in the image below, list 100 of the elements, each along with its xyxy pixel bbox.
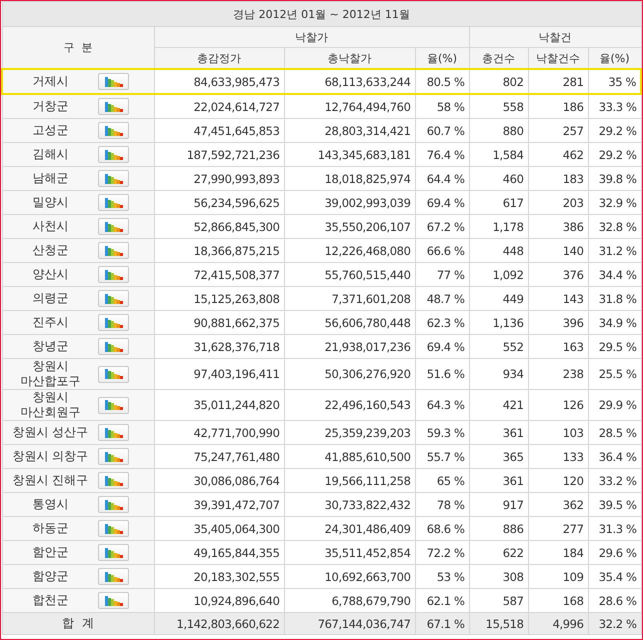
table-cell: 90,881,662,375	[154, 310, 284, 334]
column-header: 총낙찰가	[284, 48, 415, 69]
table-cell: 30,733,822,432	[284, 492, 415, 516]
chart-button[interactable]	[98, 568, 129, 585]
table-cell: 35,405,064,300	[154, 516, 284, 540]
table-cell: 18,018,825,974	[284, 166, 415, 190]
column-header: 구 분	[2, 26, 154, 69]
table-cell: 140	[528, 238, 588, 262]
chart-button[interactable]	[98, 544, 129, 561]
table-cell: 802	[469, 69, 528, 94]
table-cell: 39,391,472,707	[154, 492, 284, 516]
table-cell: 29.2 %	[588, 142, 641, 166]
region-cell: 통영시	[2, 492, 98, 516]
table-cell: 49,165,844,355	[154, 540, 284, 564]
column-group-header: 낙찰가	[154, 26, 469, 48]
table-cell: 19,566,111,258	[284, 468, 415, 492]
total-cell: 15,518	[469, 612, 528, 634]
table-cell: 69.4 %	[415, 334, 469, 358]
table-cell: 386	[528, 214, 588, 238]
table-cell: 34.4 %	[588, 262, 641, 286]
table-cell: 56,606,780,448	[284, 310, 415, 334]
table-cell: 80.5 %	[415, 69, 469, 94]
table-cell: 60.7 %	[415, 118, 469, 142]
chart-button[interactable]	[98, 98, 129, 115]
bar-chart-icon	[102, 244, 124, 256]
region-cell: 남해군	[2, 166, 98, 190]
table-cell: 62.3 %	[415, 310, 469, 334]
chart-button[interactable]	[98, 218, 129, 235]
table-cell: 886	[469, 516, 528, 540]
bar-chart-icon	[102, 340, 124, 352]
table-cell: 362	[528, 492, 588, 516]
chart-button[interactable]	[98, 592, 129, 609]
chart-button[interactable]	[98, 146, 129, 163]
table-cell: 281	[528, 69, 588, 94]
table-cell: 31.2 %	[588, 238, 641, 262]
table-cell: 29.9 %	[588, 390, 641, 420]
table-cell: 163	[528, 334, 588, 358]
bar-chart-icon	[102, 594, 124, 606]
table-cell: 56,234,596,625	[154, 190, 284, 214]
table-cell: 77 %	[415, 262, 469, 286]
chart-button[interactable]	[98, 122, 129, 139]
table-cell: 449	[469, 286, 528, 310]
table-cell: 48.7 %	[415, 286, 469, 310]
chart-button[interactable]	[98, 242, 129, 259]
chart-button[interactable]	[98, 396, 129, 414]
region-cell: 합천군	[2, 588, 98, 612]
table-cell: 35,550,206,107	[284, 214, 415, 238]
table-cell: 72,415,508,377	[154, 262, 284, 286]
table-cell: 552	[469, 334, 528, 358]
table-cell: 35 %	[588, 69, 641, 94]
table-cell: 25,359,239,203	[284, 420, 415, 444]
table-cell: 143	[528, 286, 588, 310]
chart-button[interactable]	[98, 472, 129, 489]
table-cell: 97,403,196,411	[154, 358, 284, 390]
table-cell: 33.3 %	[588, 94, 641, 118]
table-cell: 76.4 %	[415, 142, 469, 166]
chart-button[interactable]	[98, 520, 129, 537]
bar-chart-icon	[102, 522, 124, 534]
table-cell: 7,371,601,208	[284, 286, 415, 310]
table-cell: 35,011,244,820	[154, 390, 284, 420]
chart-button[interactable]	[98, 338, 129, 355]
region-cell: 창원시 성산구	[2, 420, 98, 444]
table-cell: 186	[528, 94, 588, 118]
table-cell: 308	[469, 564, 528, 588]
chart-button[interactable]	[98, 366, 129, 382]
chart-button[interactable]	[98, 314, 129, 331]
chart-button[interactable]	[98, 290, 129, 307]
chart-button[interactable]	[98, 424, 129, 441]
table-cell: 1,178	[469, 214, 528, 238]
bar-chart-icon	[102, 474, 124, 486]
table-cell: 203	[528, 190, 588, 214]
chart-button[interactable]	[98, 170, 129, 187]
table-cell: 69.4 %	[415, 190, 469, 214]
table-cell: 31.3 %	[588, 516, 641, 540]
region-cell: 양산시	[2, 262, 98, 286]
table-cell: 462	[528, 142, 588, 166]
region-cell: 함양군	[2, 564, 98, 588]
table-cell: 35.4 %	[588, 564, 641, 588]
chart-button[interactable]	[98, 266, 129, 283]
table-cell: 55,760,515,440	[284, 262, 415, 286]
table-cell: 35,511,452,854	[284, 540, 415, 564]
chart-button[interactable]	[98, 448, 129, 465]
region-cell: 창원시 마산회원구	[2, 390, 98, 420]
bar-chart-icon	[102, 498, 124, 510]
table-cell: 917	[469, 492, 528, 516]
total-cell: 1,142,803,660,622	[154, 612, 284, 634]
chart-button[interactable]	[98, 194, 129, 211]
table-cell: 68,113,633,244	[284, 69, 415, 94]
total-cell: 767,144,036,747	[284, 612, 415, 634]
bar-chart-icon	[102, 124, 124, 136]
chart-button[interactable]	[98, 496, 129, 513]
chart-button[interactable]	[98, 73, 129, 90]
table-cell: 257	[528, 118, 588, 142]
region-cell: 창원시 마산합포구	[2, 358, 98, 390]
table-cell: 109	[528, 564, 588, 588]
table-cell: 1,136	[469, 310, 528, 334]
bar-chart-icon	[102, 570, 124, 582]
table-cell: 30,086,086,764	[154, 468, 284, 492]
table-cell: 1,584	[469, 142, 528, 166]
table-cell: 622	[469, 540, 528, 564]
